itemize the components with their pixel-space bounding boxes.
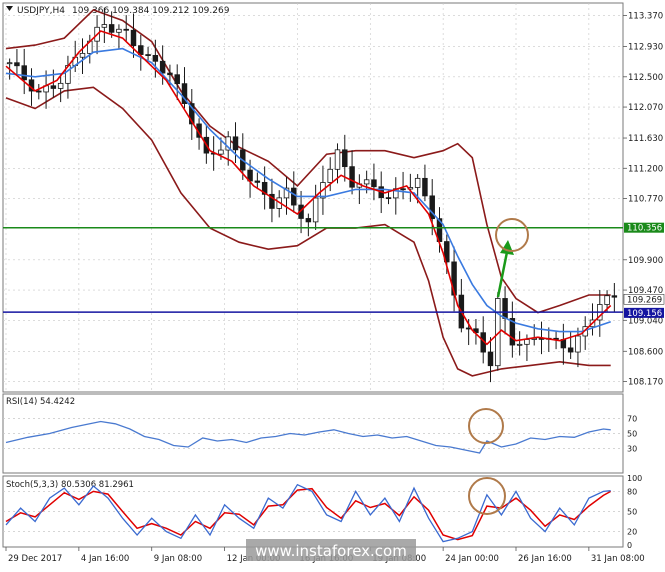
price-tick-label: 111.200 [628, 164, 663, 174]
candle-body [130, 29, 137, 47]
stoch-level-label: 100 [627, 474, 642, 483]
candle-body [487, 351, 494, 367]
resistance-price-label: 110.356 [627, 224, 662, 234]
rsi-highlight-circle [468, 408, 504, 444]
time-tick-label: 26 Jan 16:00 [518, 554, 572, 564]
candle-body [502, 298, 508, 319]
candle-body [363, 179, 370, 185]
candle-body [611, 295, 618, 298]
price-tick-label: 112.070 [628, 103, 663, 113]
main-panel-frame [2, 2, 624, 393]
watermark-text: www.instaforex.com [255, 542, 407, 560]
stoch-level-label: 80 [627, 487, 637, 496]
stoch-main-line [5, 483, 611, 543]
candle-body [342, 149, 348, 168]
chart-root: USDJPY,H4 109.366 109.384 109.212 109.26… [0, 0, 665, 568]
ema-slow-line [5, 47, 611, 333]
candle-body [167, 72, 173, 76]
candle-body [145, 54, 151, 56]
current-price-label: 109.269 [627, 295, 662, 305]
price-tick-label: 113.370 [628, 12, 663, 22]
trading-chart: USDJPY,H4 109.366 109.384 109.212 109.26… [2, 2, 665, 564]
dropdown-triangle-icon[interactable] [6, 6, 13, 11]
candle-body [305, 218, 312, 223]
candle-body [414, 177, 421, 188]
price-tick-label: 108.170 [628, 378, 663, 388]
symbol-label: USDJPY,H4 [17, 6, 65, 16]
candle-body [101, 24, 108, 28]
price-tick-label: 112.500 [628, 73, 663, 83]
candle-body [312, 197, 319, 223]
candle-body [174, 74, 180, 85]
rsi-level-label: 30 [627, 445, 637, 454]
time-tick-label: 9 Jan 08:00 [154, 554, 202, 564]
time-tick-label: 29 Dec 2017 [8, 554, 62, 564]
candle-body [57, 82, 64, 89]
candle-body [567, 347, 574, 353]
candle-body [123, 28, 129, 31]
support-price-label: 109.156 [627, 309, 662, 319]
target-circle [495, 218, 529, 252]
time-tick-label: 24 Jan 00:00 [445, 554, 499, 564]
candle-body [254, 180, 261, 183]
price-tick-label: 111.630 [628, 134, 663, 144]
candle-body [79, 52, 86, 58]
main-panel: 113.370 112.930 112.500 112.070 111.630 111.2… [2, 2, 665, 393]
ema-fast-line [5, 30, 612, 346]
candle-body [152, 54, 159, 62]
price-tick-label: 109.900 [628, 256, 663, 266]
candle-body [14, 62, 20, 67]
candle-body [349, 166, 355, 188]
rsi-panel: RSI(14) 54.4242 70 50 30 [2, 393, 637, 474]
candle-body [524, 339, 530, 345]
rsi-level-label: 70 [627, 415, 637, 424]
main-grid [3, 3, 623, 392]
chart-header: USDJPY,H4 109.366 109.384 109.212 109.26… [6, 6, 230, 16]
watermark: www.instaforex.com [246, 539, 416, 561]
candle-body [327, 168, 333, 183]
candle-body [334, 149, 341, 170]
price-axis: 113.370 112.930 112.500 112.070 111.630 111.2… [623, 12, 663, 388]
candle-body [218, 149, 224, 155]
rsi-title: RSI(14) 54.4242 [6, 397, 75, 407]
price-tick-label: 108.600 [628, 347, 663, 357]
rsi-level-lines: 70 50 30 [3, 415, 637, 454]
candle-body [516, 343, 523, 346]
candle-body [371, 179, 377, 188]
stoch-level-label: 0 [627, 541, 632, 550]
bollinger-upper-line [5, 8, 611, 314]
candle-body [400, 188, 406, 191]
candle-body [6, 62, 13, 65]
price-tick-label: 112.930 [628, 43, 663, 53]
candle-body [116, 28, 122, 33]
stoch-panel: Stoch(5,3,3) 80.5306 81.2961 100 80 50 20 0 [2, 474, 642, 550]
rsi-level-label: 50 [627, 430, 637, 439]
candle-body [422, 177, 428, 197]
stoch-level-label: 50 [627, 508, 637, 517]
stoch-level-label: 20 [627, 528, 637, 537]
stoch-title: Stoch(5,3,3) 80.5306 81.2961 [6, 480, 134, 490]
candle-body [50, 85, 57, 89]
time-tick-label: 4 Jan 16:00 [81, 554, 129, 564]
arrow-shaft [496, 251, 509, 298]
candle-body [385, 197, 392, 200]
price-tick-label: 110.770 [628, 195, 663, 205]
candle-body [604, 295, 610, 305]
candle-body [575, 335, 581, 353]
target-arrow [496, 240, 514, 298]
candle-body [159, 60, 166, 74]
stoch-signal-line [5, 487, 612, 541]
candle-body [232, 136, 239, 151]
time-tick-label: 31 Jan 08:00 [591, 554, 645, 564]
candle-body [36, 90, 42, 93]
candle-body [108, 24, 115, 33]
candle-body [291, 187, 297, 206]
candle-body [21, 65, 27, 81]
